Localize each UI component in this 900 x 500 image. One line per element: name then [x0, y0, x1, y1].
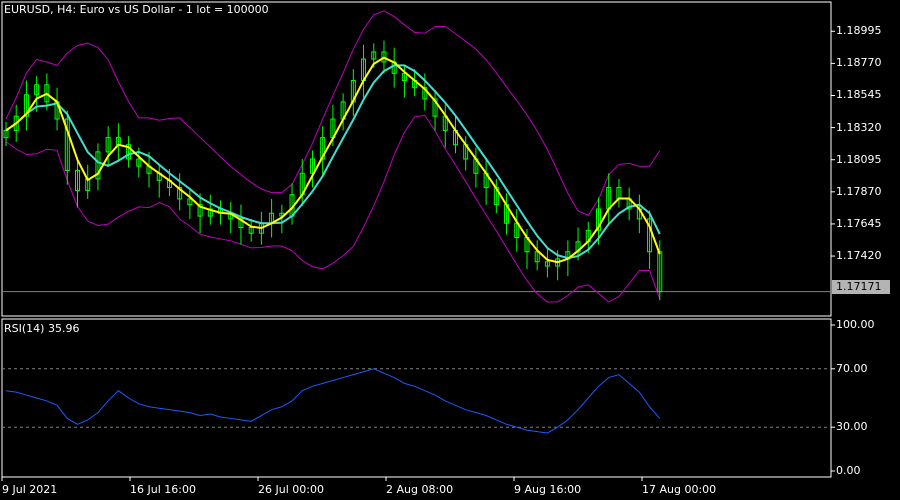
rsi-line — [5, 368, 661, 434]
rsi-panel-frame — [1, 318, 832, 478]
rsi-tick-label: 0.00 — [836, 464, 861, 477]
price-tick-label: 1.17645 — [836, 216, 882, 230]
price-tick-label: 1.18995 — [836, 24, 882, 38]
time-tick-label: 26 Jul 00:00 — [258, 483, 324, 496]
price-tick-label: 1.17870 — [836, 184, 882, 198]
price-tick-label: 1.18095 — [836, 152, 882, 166]
price-tick-label: 1.18320 — [836, 120, 882, 134]
moving-average-fast — [5, 56, 661, 264]
time-tick-label: 17 Aug 00:00 — [642, 483, 717, 496]
chart-canvas[interactable] — [0, 0, 900, 500]
rsi-tick-label: 70.00 — [836, 361, 868, 375]
time-tick-label: 2 Aug 08:00 — [386, 483, 454, 496]
time-tick-label: 9 Aug 16:00 — [514, 483, 582, 496]
rsi-title: RSI(14) 35.96 — [4, 322, 80, 335]
price-tick-label: 1.18770 — [836, 56, 882, 70]
time-tick-label: 16 Jul 16:00 — [130, 483, 196, 496]
rsi-tick-label: 30.00 — [836, 420, 868, 434]
time-tick-label: 9 Jul 2021 — [2, 483, 58, 496]
current-price-label: 1.17171 — [832, 280, 890, 294]
chart-window[interactable]: EURUSD, H4: Euro vs US Dollar - 1 lot = … — [0, 0, 900, 500]
price-tick-label: 1.18545 — [836, 88, 882, 102]
rsi-tick-label: 100.00 — [836, 318, 875, 331]
main-chart-title: EURUSD, H4: Euro vs US Dollar - 1 lot = … — [4, 3, 269, 16]
price-tick-label: 1.17420 — [836, 249, 882, 263]
